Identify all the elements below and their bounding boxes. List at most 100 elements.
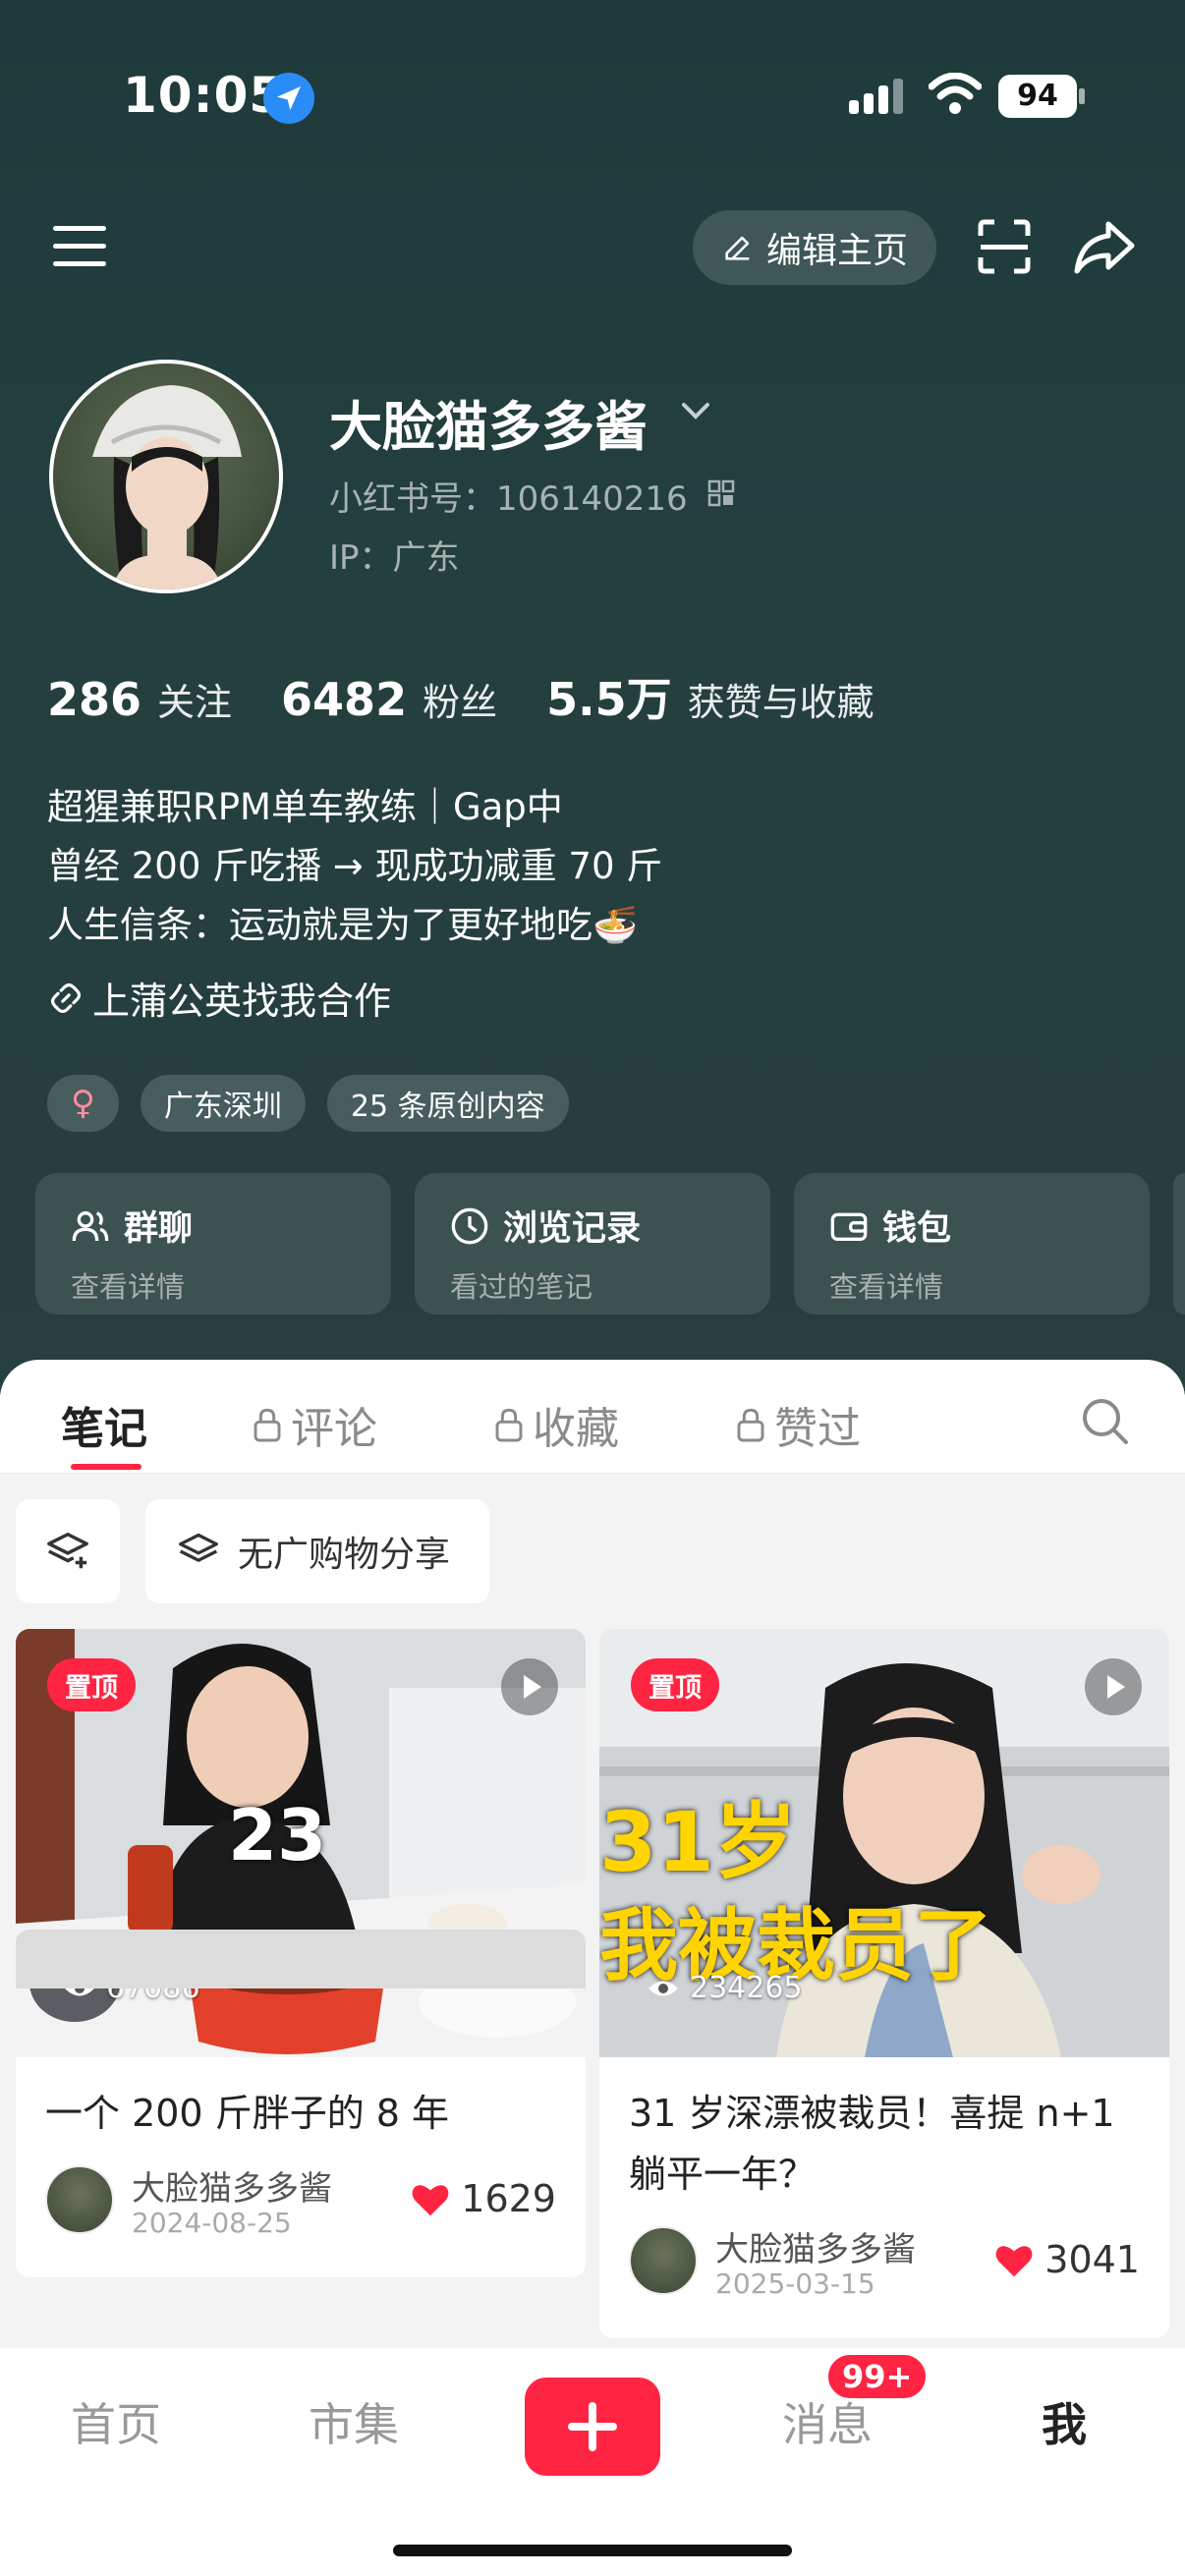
stat-followers-label: 粉丝 xyxy=(423,681,498,724)
home-indicator[interactable] xyxy=(393,2545,792,2556)
note-cover[interactable]: 置顶 31岁 我被裁员了 234265 xyxy=(599,1629,1169,2057)
bio-line-1: 超猩兼职RPM单车教练｜Gap中 xyxy=(47,786,563,828)
collection-shop-label: 无广购物分享 xyxy=(238,1535,451,1575)
tab-comments-label: 评论 xyxy=(291,1404,377,1454)
pinned-badge: 置顶 xyxy=(47,1658,136,1711)
menu-icon[interactable] xyxy=(51,222,110,271)
cooperation-link[interactable]: 上蒲公英找我合作 xyxy=(47,971,391,1025)
edit-profile-label: 编辑主页 xyxy=(765,231,908,271)
cover-overlay-text-1: 31岁 xyxy=(599,1794,797,1890)
lock-icon xyxy=(254,1408,281,1442)
tab-liked-label: 赞过 xyxy=(774,1404,861,1454)
like-button[interactable]: 1629 xyxy=(410,2177,556,2220)
tab-notes-label: 笔记 xyxy=(61,1404,147,1454)
profile-username[interactable]: 大脸猫多多酱 xyxy=(329,383,648,461)
group-chat-card[interactable]: 群聊 查看详情 xyxy=(35,1173,391,1315)
video-play-icon xyxy=(501,1658,558,1715)
wifi-icon xyxy=(929,73,982,114)
note-card[interactable]: 置顶 31岁 我被裁员了 234265 31 岁深漂被裁员！喜提 n+1 躺平一… xyxy=(599,1629,1169,2338)
layers-icon xyxy=(179,1533,218,1563)
more-cards-edge[interactable] xyxy=(1173,1173,1185,1315)
history-title: 浏览记录 xyxy=(503,1209,642,1249)
author-name[interactable]: 大脸猫多多酱 xyxy=(132,2161,332,2210)
pencil-icon xyxy=(725,236,750,260)
nav-me[interactable]: 我 xyxy=(1042,2389,1087,2454)
profile-stats: 286 关注 6482 粉丝 5.5万 获赞与收藏 xyxy=(47,664,924,729)
note-date: 2025-03-15 xyxy=(715,2268,875,2300)
create-post-button[interactable] xyxy=(525,2378,660,2476)
note-date: 2024-08-25 xyxy=(132,2207,292,2239)
tab-comments[interactable]: 评论 xyxy=(252,1393,377,1456)
quick-actions: 群聊 查看详情 浏览记录 看过的笔记 钱包 查看详情 xyxy=(35,1173,1150,1315)
tab-collections[interactable]: 收藏 xyxy=(493,1393,619,1456)
cooperation-label: 上蒲公英找我合作 xyxy=(92,980,392,1023)
video-play-icon xyxy=(1085,1658,1142,1715)
author-name[interactable]: 大脸猫多多酱 xyxy=(715,2222,916,2270)
original-content-tag[interactable]: 25 条原创内容 xyxy=(326,1075,569,1132)
author-avatar[interactable] xyxy=(45,2165,114,2234)
stat-followers-count: 6482 xyxy=(281,673,408,726)
group-chat-sub: 查看详情 xyxy=(71,1270,186,1304)
profile-tags: ♀ 广东深圳 25 条原创内容 xyxy=(47,1075,569,1132)
collection-shop-filter[interactable]: 无广购物分享 xyxy=(145,1499,489,1603)
bio-line-2: 曾经 200 斤吃播 → 现成功减重 70 斤 xyxy=(47,845,663,887)
like-button[interactable]: 3041 xyxy=(993,2238,1140,2281)
status-time: 10:05 xyxy=(123,67,285,124)
nav-home[interactable]: 首页 xyxy=(71,2389,161,2454)
wallet-card[interactable]: 钱包 查看详情 xyxy=(794,1173,1150,1315)
chevron-down-icon[interactable] xyxy=(680,401,711,422)
profile-bio: 超猩兼职RPM单车教练｜Gap中 曾经 200 斤吃播 → 现成功减重 70 斤… xyxy=(47,778,662,955)
layers-add-icon xyxy=(47,1533,88,1569)
note-cover[interactable]: 置顶 23 67086 xyxy=(16,1629,586,2057)
group-icon xyxy=(72,1210,109,1241)
note-title[interactable]: 一个 200 斤胖子的 8 年 xyxy=(16,2057,586,2144)
scan-icon[interactable] xyxy=(977,218,1032,275)
stat-followers[interactable]: 6482 粉丝 xyxy=(281,672,497,726)
clock-icon xyxy=(451,1207,488,1244)
location-arrow-icon xyxy=(263,73,314,124)
tab-liked[interactable]: 赞过 xyxy=(735,1393,861,1456)
like-count: 3041 xyxy=(1044,2238,1140,2281)
add-collection-button[interactable] xyxy=(16,1499,120,1603)
stat-likes-label: 获赞与收藏 xyxy=(687,681,875,724)
tab-notes[interactable]: 笔记 xyxy=(61,1393,147,1456)
history-sub: 看过的笔记 xyxy=(450,1270,593,1304)
like-count: 1629 xyxy=(461,2177,556,2220)
note-title[interactable]: 31 岁深漂被裁员！喜提 n+1 躺平一年？ xyxy=(599,2057,1169,2205)
battery-tip xyxy=(1079,88,1085,104)
ip-location: IP：广东 xyxy=(329,538,460,578)
profile-tabs: 笔记 评论 收藏 赞过 xyxy=(0,1360,1185,1474)
status-bar: 10:05 94 xyxy=(0,59,1185,138)
eye-icon xyxy=(649,1981,678,1995)
nav-market[interactable]: 市集 xyxy=(309,2389,399,2454)
heart-icon xyxy=(412,2185,449,2216)
lock-icon xyxy=(495,1408,523,1442)
note-meta: 大脸猫多多酱 2025-03-15 3041 xyxy=(599,2205,1169,2323)
search-icon[interactable] xyxy=(1081,1397,1130,1446)
view-count: 234265 xyxy=(647,1971,803,2005)
lock-icon xyxy=(737,1408,764,1442)
stat-likes-count: 5.5万 xyxy=(546,673,672,726)
note-meta: 大脸猫多多酱 2024-08-25 1629 xyxy=(16,2144,586,2262)
next-note-card-peek[interactable] xyxy=(16,1930,586,1988)
stat-following-count: 286 xyxy=(47,673,142,726)
edit-profile-button[interactable]: 编辑主页 xyxy=(693,210,936,285)
female-icon: ♀ xyxy=(71,1084,95,1123)
profile-avatar[interactable] xyxy=(49,360,283,593)
gender-tag: ♀ xyxy=(47,1075,119,1132)
wallet-sub: 查看详情 xyxy=(829,1270,944,1304)
qr-code-icon[interactable] xyxy=(707,479,735,507)
group-chat-title: 群聊 xyxy=(124,1209,194,1249)
history-card[interactable]: 浏览记录 看过的笔记 xyxy=(415,1173,770,1315)
location-tag: 广东深圳 xyxy=(140,1075,306,1132)
author-avatar[interactable] xyxy=(629,2226,698,2295)
share-icon[interactable] xyxy=(1073,218,1136,275)
bio-line-3: 人生信条：运动就是为了更好地吃🍜 xyxy=(47,904,639,946)
stat-following[interactable]: 286 关注 xyxy=(47,672,232,726)
red-id: 小红书号：106140216 xyxy=(329,479,688,519)
pinned-badge: 置顶 xyxy=(631,1658,719,1711)
bottom-nav: 首页 市集 消息 99+ 我 xyxy=(0,2348,1185,2576)
cover-overlay-text: 23 xyxy=(228,1794,327,1876)
tab-collections-label: 收藏 xyxy=(533,1404,619,1454)
stat-likes[interactable]: 5.5万 获赞与收藏 xyxy=(546,664,875,729)
